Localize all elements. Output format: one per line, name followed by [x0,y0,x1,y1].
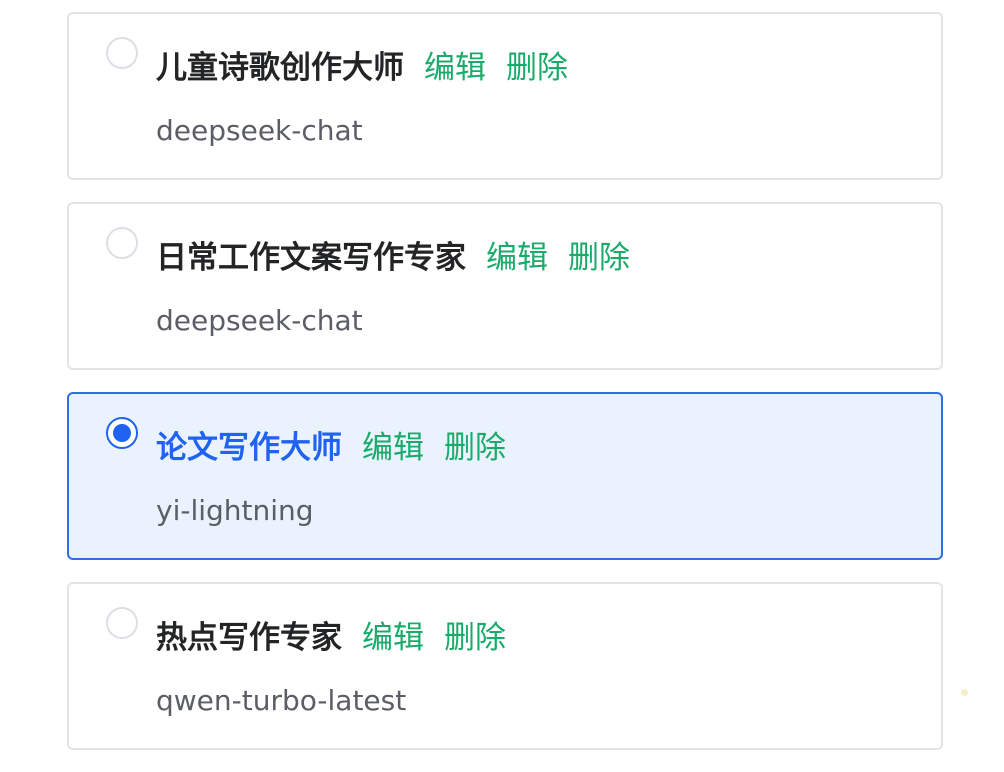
assistant-card[interactable]: 儿童诗歌创作大师 编辑 删除 deepseek-chat [67,12,943,180]
radio-button[interactable] [106,607,138,639]
edit-link[interactable]: 编辑 [424,42,486,87]
assistant-model: deepseek-chat [156,114,363,147]
radio-selected-dot [113,424,131,442]
assistant-card[interactable]: 热点写作专家 编辑 删除 qwen-turbo-latest [67,582,943,750]
assistant-card[interactable]: 日常工作文案写作专家 编辑 删除 deepseek-chat [67,202,943,370]
assistant-name: 热点写作专家 [156,619,342,656]
assistant-name: 日常工作文案写作专家 [156,239,466,276]
delete-link[interactable]: 删除 [444,422,506,467]
assistant-model: qwen-turbo-latest [156,684,407,717]
radio-button[interactable] [106,37,138,69]
assistant-title-row: 热点写作专家 编辑 删除 [156,612,506,656]
assistant-title-row: 儿童诗歌创作大师 编辑 删除 [156,42,568,86]
delete-link[interactable]: 删除 [444,612,506,657]
assistant-name: 论文写作大师 [156,429,342,466]
decorative-dot [961,689,968,696]
edit-link[interactable]: 编辑 [362,612,424,657]
assistant-list: 儿童诗歌创作大师 编辑 删除 deepseek-chat 日常工作文案写作专家 … [67,12,943,772]
assistant-card[interactable]: 论文写作大师 编辑 删除 yi-lightning [67,392,943,560]
delete-link[interactable]: 删除 [506,42,568,87]
delete-link[interactable]: 删除 [568,232,630,277]
radio-button[interactable] [106,417,138,449]
assistant-model: deepseek-chat [156,304,363,337]
edit-link[interactable]: 编辑 [362,422,424,467]
assistant-name: 儿童诗歌创作大师 [156,49,404,86]
assistant-model: yi-lightning [156,494,314,527]
edit-link[interactable]: 编辑 [486,232,548,277]
assistant-title-row: 日常工作文案写作专家 编辑 删除 [156,232,630,276]
assistant-title-row: 论文写作大师 编辑 删除 [156,422,506,466]
radio-button[interactable] [106,227,138,259]
